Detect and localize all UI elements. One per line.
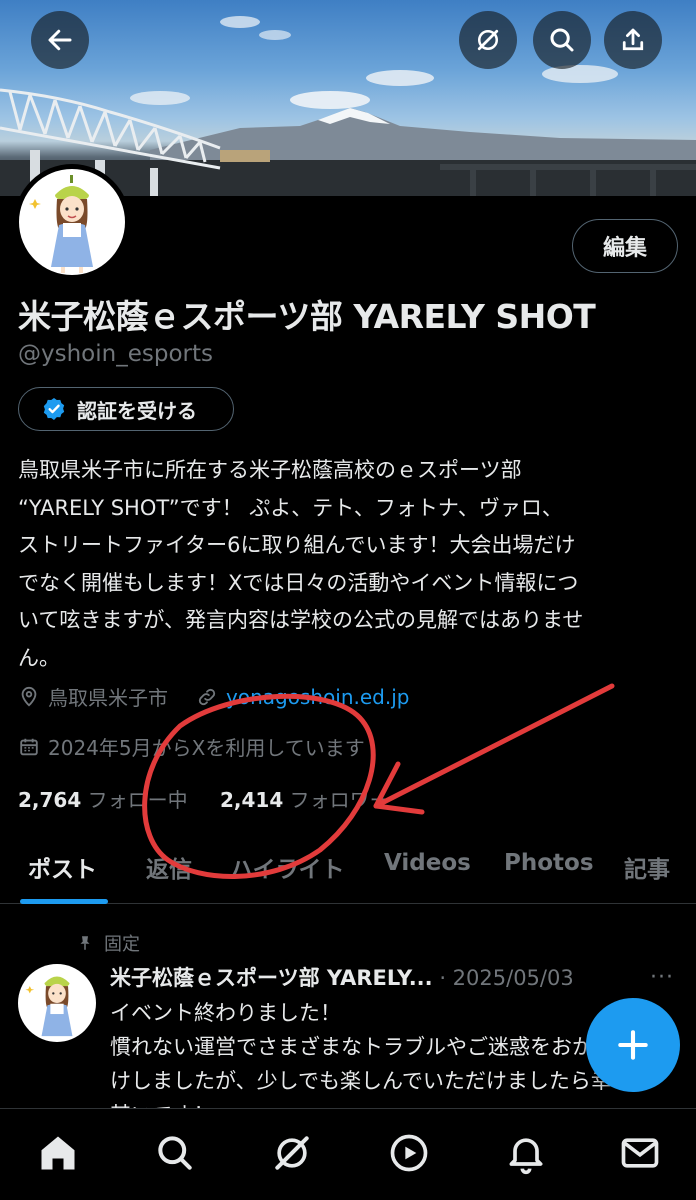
profile-joined-date: 2024年5月からXを利用しています	[48, 736, 365, 760]
following-link[interactable]: 2,764 フォロー中	[18, 788, 188, 812]
tab-highlights[interactable]: ハイライト	[230, 850, 345, 884]
post-date[interactable]: · 2025/05/03	[439, 966, 573, 990]
profile-avatar[interactable]	[14, 164, 130, 280]
profile-joined-row: 2024年5月からXを利用しています	[18, 732, 365, 761]
get-verified-button[interactable]: 認証を受ける	[18, 387, 234, 431]
bio-line: 鳥取県米子市に所在する米子松蔭高校のｅスポーツ部	[18, 458, 522, 482]
search-icon[interactable]	[153, 1131, 197, 1175]
back-arrow-icon	[48, 29, 72, 51]
pinned-label: 固定	[104, 934, 140, 955]
location-icon	[21, 686, 37, 707]
tab-replies[interactable]: 返信	[146, 850, 192, 884]
grok-button[interactable]	[459, 11, 517, 69]
pin-icon	[80, 936, 90, 950]
search-button[interactable]	[533, 11, 591, 69]
profile-name: 米子松蔭ｅスポーツ部 YARELY SHOT	[18, 297, 596, 336]
post-more-button[interactable]: ···	[650, 965, 674, 990]
tab-photos[interactable]: Photos	[504, 850, 594, 876]
post-header: 米子松蔭ｅスポーツ部 YARELY... · 2025/05/03	[110, 962, 574, 992]
plus-icon	[618, 1030, 648, 1060]
followers-link[interactable]: 2,414 フォロワー	[220, 788, 390, 812]
profile-stats: 2,764 フォロー中 2,414 フォロワー	[18, 784, 390, 813]
profile-bio: 鳥取県米子市に所在する米子松蔭高校のｅスポーツ部 “YARELY SHOT”です…	[18, 452, 686, 677]
messages-icon[interactable]	[618, 1131, 662, 1175]
tab-videos[interactable]: Videos	[384, 850, 471, 876]
bio-line: ストリートファイター6に取り組んでいます！大会出場だけ	[18, 533, 576, 557]
avatar-illustration	[25, 976, 73, 1037]
active-tab-indicator	[20, 899, 108, 904]
compose-post-button[interactable]	[586, 998, 680, 1092]
grok-icon[interactable]	[270, 1131, 314, 1175]
search-icon	[550, 28, 574, 52]
home-icon[interactable]	[36, 1131, 80, 1175]
bio-line: “YARELY SHOT”です！ ぷよ、テト、フォトナ、ヴァロ、	[18, 495, 563, 520]
bottom-navigation	[0, 1108, 696, 1200]
followers-label: フォロワー	[289, 788, 390, 812]
notifications-icon[interactable]	[504, 1131, 548, 1175]
post-line: 甚いです！	[110, 1098, 690, 1108]
grok-icon	[477, 29, 499, 51]
get-verified-label: 認証を受ける	[77, 398, 197, 423]
pinned-indicator: 固定	[76, 930, 140, 956]
verified-badge-icon	[43, 397, 65, 421]
bio-line: でなく開催もします！Xでは日々の活動やイベント情報につ	[18, 570, 579, 595]
following-count: 2,764	[18, 788, 82, 812]
post-author-avatar[interactable]	[18, 964, 96, 1042]
profile-website-link[interactable]: yonagoshoin.ed.jp	[226, 685, 409, 709]
profile-banner[interactable]	[0, 0, 696, 196]
followers-count: 2,414	[219, 788, 284, 812]
share-icon	[622, 28, 644, 51]
banner-image	[0, 16, 696, 196]
post-author-name[interactable]: 米子松蔭ｅスポーツ部 YARELY...	[110, 966, 433, 990]
profile-handle: @yshoin_esports	[18, 341, 213, 367]
profile-location: 鳥取県米子市	[48, 686, 168, 710]
share-button[interactable]	[604, 11, 662, 69]
avatar-illustration	[29, 175, 93, 273]
calendar-icon	[20, 738, 38, 755]
tab-articles[interactable]: 記事	[624, 850, 670, 884]
back-button[interactable]	[31, 11, 89, 69]
link-icon	[198, 688, 216, 705]
bio-line: いて呟きますが、発言内容は学校の公式の見解ではありませ	[18, 608, 584, 632]
video-icon[interactable]	[387, 1131, 431, 1175]
tab-posts[interactable]: ポスト	[28, 850, 97, 884]
profile-meta-row: 鳥取県米子市 yonagoshoin.ed.jp	[18, 682, 409, 711]
bio-line: ん。	[18, 645, 60, 670]
following-label: フォロー中	[87, 788, 188, 812]
edit-profile-button[interactable]: 編集	[572, 219, 678, 273]
profile-tabs: ポスト 返信 ハイライト Videos Photos 記事	[0, 838, 696, 904]
